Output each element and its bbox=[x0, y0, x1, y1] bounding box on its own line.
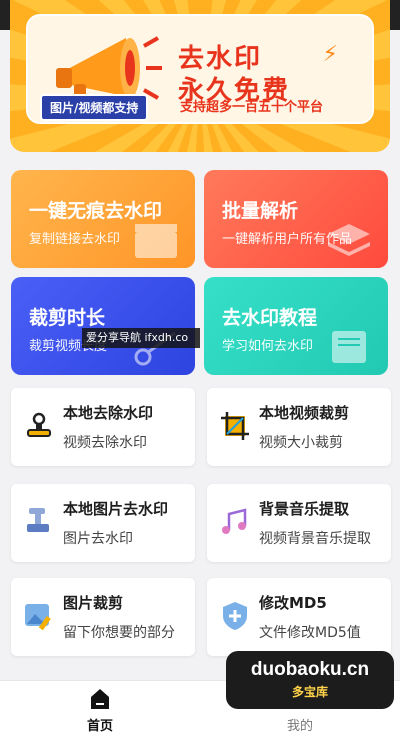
tool-title: 本地图片去水印 bbox=[63, 500, 169, 518]
clapperboard-icon bbox=[135, 224, 177, 258]
home-icon bbox=[91, 689, 109, 709]
tool-subtitle: 文件修改MD5值 bbox=[259, 625, 361, 641]
stamp-icon bbox=[27, 412, 51, 437]
overlay-watermark: 爱分享导航 ifxdh.co bbox=[82, 328, 200, 348]
card-one-click-remove[interactable]: 一键无痕去水印 复制链接去水印 bbox=[11, 170, 195, 268]
tool-modify-md5[interactable]: 修改MD5 文件修改MD5值 bbox=[207, 578, 391, 656]
nav-home[interactable]: 首页 bbox=[0, 681, 200, 736]
platforms-tag: 支持超多一百五十个平台 bbox=[180, 100, 324, 115]
promo-banner[interactable]: 去水印 永久免费 ⚡ 图片/视频都支持 支持超多一百五十个平台 bbox=[10, 0, 390, 152]
nav-home-label: 首页 bbox=[86, 719, 113, 734]
lightning-icon: ⚡ bbox=[322, 42, 338, 67]
site-watermark: duobaoku.cn 多宝库 bbox=[226, 651, 394, 709]
card-title: 一键无痕去水印 bbox=[29, 200, 163, 222]
crop-icon bbox=[221, 412, 249, 440]
layers-icon bbox=[328, 224, 370, 256]
card-subtitle: 复制链接去水印 bbox=[29, 232, 121, 247]
tool-subtitle: 留下你想要的部分 bbox=[63, 625, 175, 641]
card-batch-parse[interactable]: 批量解析 一键解析用户所有作品 bbox=[204, 170, 388, 268]
support-tag: 图片/视频都支持 bbox=[40, 94, 149, 121]
tool-title: 背景音乐提取 bbox=[259, 500, 350, 518]
card-title: 裁剪时长 bbox=[29, 307, 106, 329]
card-subtitle: 学习如何去水印 bbox=[222, 339, 314, 354]
nav-mine-label: 我的 bbox=[286, 719, 313, 734]
tool-image-crop[interactable]: 图片裁剪 留下你想要的部分 bbox=[11, 578, 195, 656]
book-icon bbox=[332, 331, 366, 363]
tool-local-remove-watermark[interactable]: 本地去除水印 视频去除水印 bbox=[11, 388, 195, 466]
tool-subtitle: 视频背景音乐提取 bbox=[259, 531, 371, 547]
shield-icon bbox=[223, 602, 247, 630]
tool-title: 本地去除水印 bbox=[63, 404, 154, 422]
site-watermark-domain: duobaoku.cn bbox=[250, 659, 370, 680]
tool-title: 修改MD5 bbox=[259, 594, 327, 612]
card-tutorial[interactable]: 去水印教程 学习如何去水印 bbox=[204, 277, 388, 375]
site-watermark-name: 多宝库 bbox=[291, 685, 328, 699]
tool-title: 本地视频裁剪 bbox=[259, 404, 350, 422]
tool-local-video-crop[interactable]: 本地视频裁剪 视频大小裁剪 bbox=[207, 388, 391, 466]
tool-bgm-extract[interactable]: 背景音乐提取 视频背景音乐提取 bbox=[207, 484, 391, 562]
music-icon bbox=[222, 508, 247, 534]
card-title: 批量解析 bbox=[222, 200, 299, 222]
image-edit-icon bbox=[25, 604, 51, 631]
tool-subtitle: 视频去除水印 bbox=[63, 435, 147, 451]
card-title: 去水印教程 bbox=[222, 307, 318, 329]
tool-subtitle: 视频大小裁剪 bbox=[259, 435, 343, 451]
tool-local-image-remove[interactable]: 本地图片去水印 图片去水印 bbox=[11, 484, 195, 562]
tool-title: 图片裁剪 bbox=[63, 594, 124, 612]
image-stamp-icon bbox=[27, 508, 49, 532]
card-trim-duration[interactable]: 裁剪时长 裁剪视频长度 bbox=[11, 277, 195, 375]
tool-subtitle: 图片去水印 bbox=[63, 531, 133, 547]
